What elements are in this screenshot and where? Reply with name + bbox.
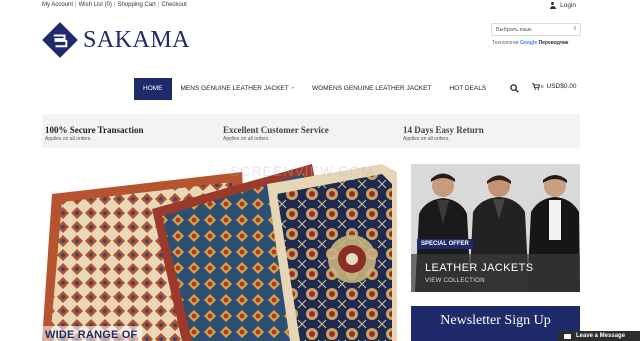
dropdown-arrow-icon: ⇕ bbox=[572, 26, 577, 32]
nav-home[interactable]: HOME bbox=[134, 78, 172, 100]
powered-prefix: Технологии bbox=[492, 40, 519, 46]
google-translate-credit: Технологии Google Переводчик bbox=[492, 40, 568, 46]
cart-total: USD$0.00 bbox=[546, 83, 577, 90]
language-select[interactable]: Выбрать язык ⇕ bbox=[491, 23, 581, 36]
chat-icon bbox=[564, 333, 571, 339]
feature-service: Excellent Customer Service Applies on al… bbox=[223, 125, 329, 142]
language-select-label: Выбрать язык bbox=[496, 27, 532, 33]
leave-message-label: Leave a Message bbox=[576, 333, 626, 339]
wish-list-link[interactable]: Wish List (0) bbox=[79, 2, 112, 8]
checkout-link[interactable]: Checkout bbox=[161, 2, 186, 8]
my-account-link[interactable]: My Account bbox=[42, 2, 73, 8]
feature-return: 14 Days Easy Return Applies on all order… bbox=[403, 125, 484, 142]
user-icon bbox=[549, 2, 556, 9]
nav-womens-leather-jacket[interactable]: WOMENS GENUINE LEATHER JACKET bbox=[303, 78, 440, 100]
translate-link[interactable]: Переводчик bbox=[539, 40, 569, 46]
newsletter-title: Newsletter Sign Up bbox=[440, 313, 551, 328]
cart-button[interactable]: 0 USD$0.00 bbox=[532, 83, 577, 90]
dropdown-arrow-icon: • bbox=[291, 85, 295, 92]
feature-secure: 100% Secure Transaction Applies on all o… bbox=[45, 125, 144, 142]
nav-mens-leather-jacket[interactable]: MENS GENUINE LEATHER JACKET • bbox=[172, 78, 304, 100]
site-logo[interactable]: SAKAMA bbox=[42, 22, 190, 58]
login-link[interactable]: Login bbox=[549, 2, 576, 9]
nav-mens-label: MENS GENUINE LEATHER JACKET bbox=[180, 85, 289, 92]
special-offer-badge: SPECIAL OFFER bbox=[417, 239, 473, 249]
promo-banner[interactable]: SPECIAL OFFER LEATHER JACKETS VIEW COLLE… bbox=[411, 164, 580, 292]
feature-title: 100% Secure Transaction bbox=[45, 125, 144, 135]
hero-banner[interactable]: WIDE RANGE OF bbox=[42, 164, 397, 341]
google-brand: Google bbox=[519, 40, 538, 46]
logo-mark-icon bbox=[42, 22, 78, 58]
promo-title: LEATHER JACKETS bbox=[425, 262, 534, 274]
logo-text: SAKAMA bbox=[83, 26, 191, 53]
rugs-image bbox=[42, 164, 397, 341]
account-links: My Account | Wish List (0) | Shopping Cart | C… bbox=[42, 2, 187, 8]
hero-caption: WIDE RANGE OF bbox=[42, 326, 143, 341]
login-label: Login bbox=[560, 2, 576, 9]
feature-subtitle: Applies on all orders. bbox=[45, 136, 92, 142]
cart-count: 0 bbox=[541, 84, 544, 89]
watermark-text: SCREENVIEW.COM bbox=[230, 163, 374, 179]
top-bar: My Account | Wish List (0) | Shopping Cart | C… bbox=[0, 0, 640, 14]
view-collection-link[interactable]: VIEW COLLECTION bbox=[425, 278, 485, 284]
nav-hot-deals[interactable]: HOT DEALS bbox=[440, 78, 495, 100]
cart-icon bbox=[532, 83, 540, 90]
feature-title: 14 Days Easy Return bbox=[403, 125, 484, 135]
leave-message-button[interactable]: Leave a Message bbox=[558, 331, 640, 341]
feature-subtitle: Applies on all orders. bbox=[403, 136, 450, 142]
newsletter-panel: Newsletter Sign Up bbox=[411, 306, 580, 341]
feature-subtitle: Applies on all orders. bbox=[223, 136, 270, 142]
feature-title: Excellent Customer Service bbox=[223, 125, 329, 135]
main-nav: HOME MENS GENUINE LEATHER JACKET • WOMENS… bbox=[134, 78, 495, 100]
shopping-cart-link[interactable]: Shopping Cart bbox=[117, 2, 155, 8]
search-icon[interactable] bbox=[510, 84, 519, 93]
feature-strip: 100% Secure Transaction Applies on all o… bbox=[42, 114, 580, 148]
